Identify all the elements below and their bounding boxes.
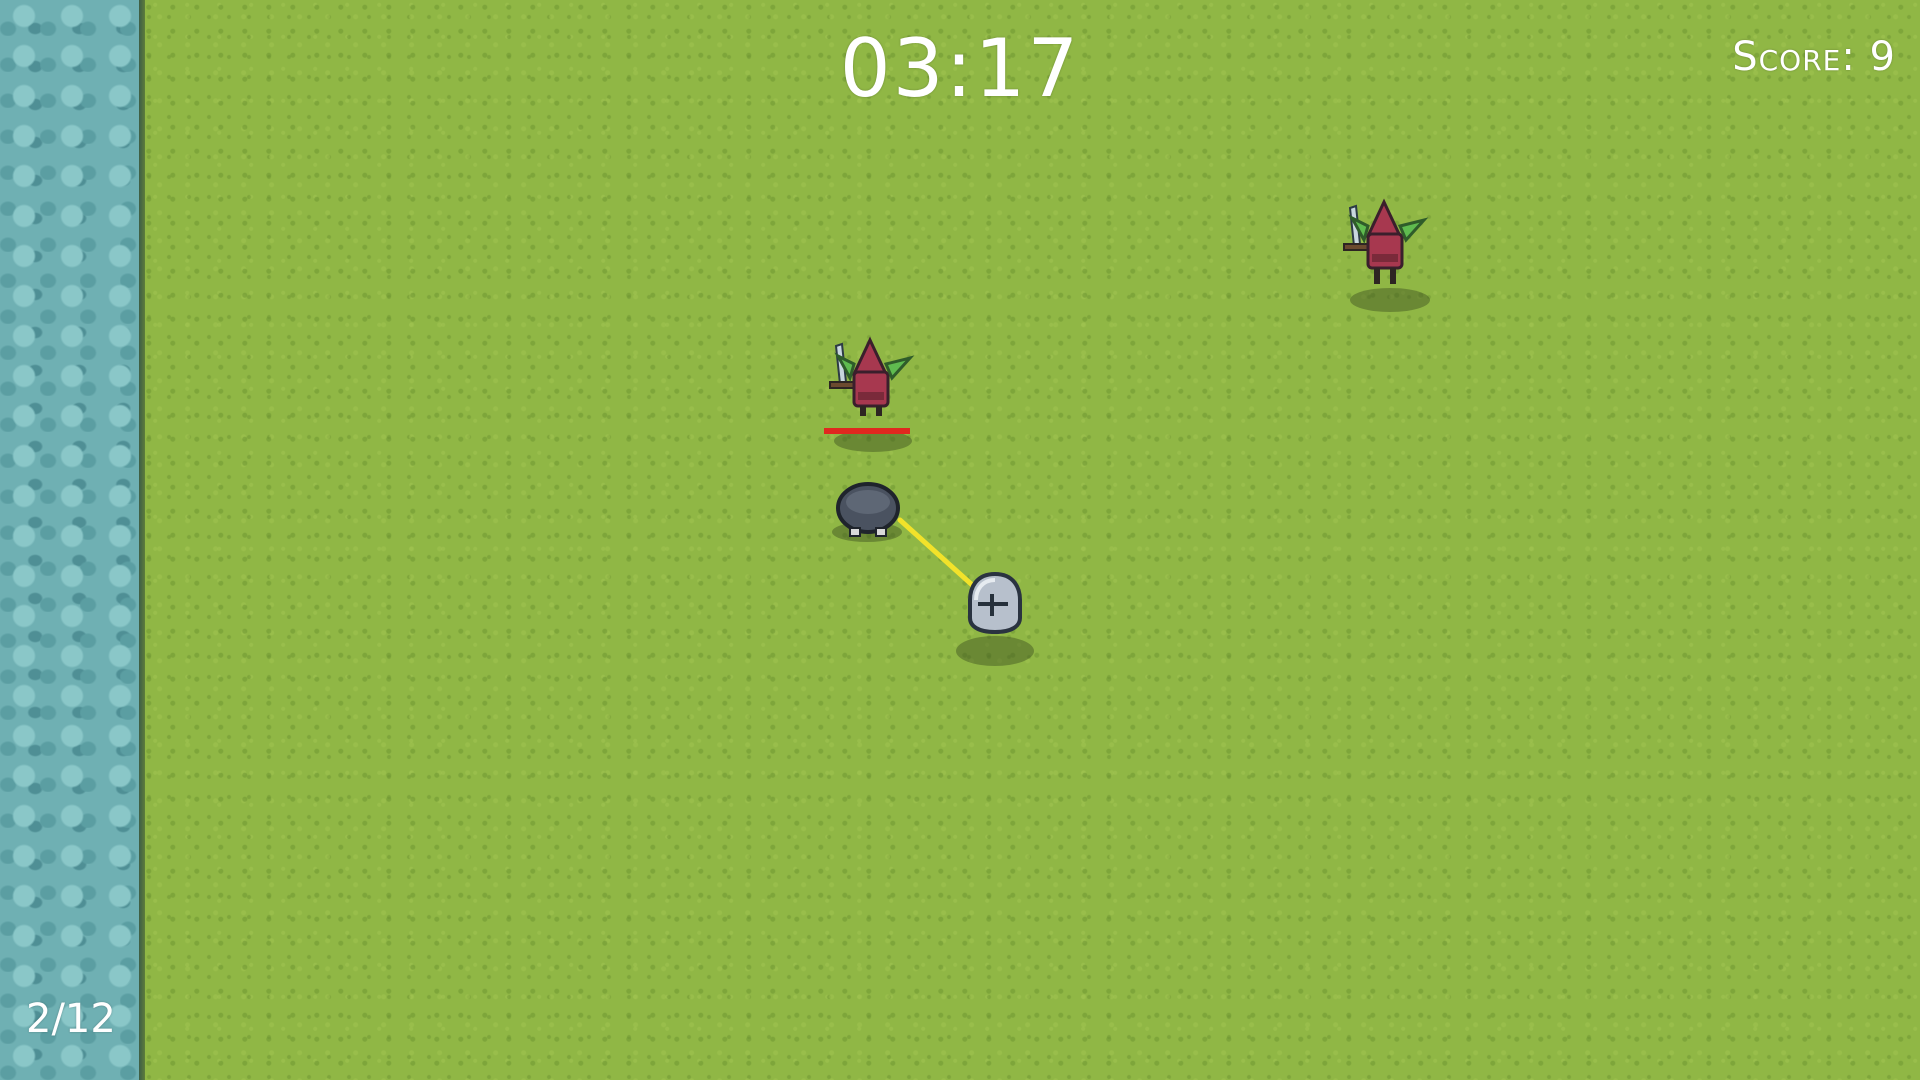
goblin-swordsman-icon[interactable] xyxy=(1334,198,1434,298)
tether-line xyxy=(897,517,983,595)
game-viewport[interactable]: 03:17 Score: 9 2/12 xyxy=(0,0,1920,1080)
goblin-swordsman-icon[interactable] xyxy=(820,336,920,436)
hooded-player-icon[interactable] xyxy=(830,480,906,542)
score-label: Score: 9 xyxy=(1732,34,1896,80)
wave-counter: 2/12 xyxy=(26,996,116,1042)
enemy-health-bar xyxy=(824,428,910,434)
round-timer: 03:17 xyxy=(839,22,1081,115)
enemy-health-fill xyxy=(824,428,910,434)
knight-helmet-icon[interactable] xyxy=(964,570,1026,636)
